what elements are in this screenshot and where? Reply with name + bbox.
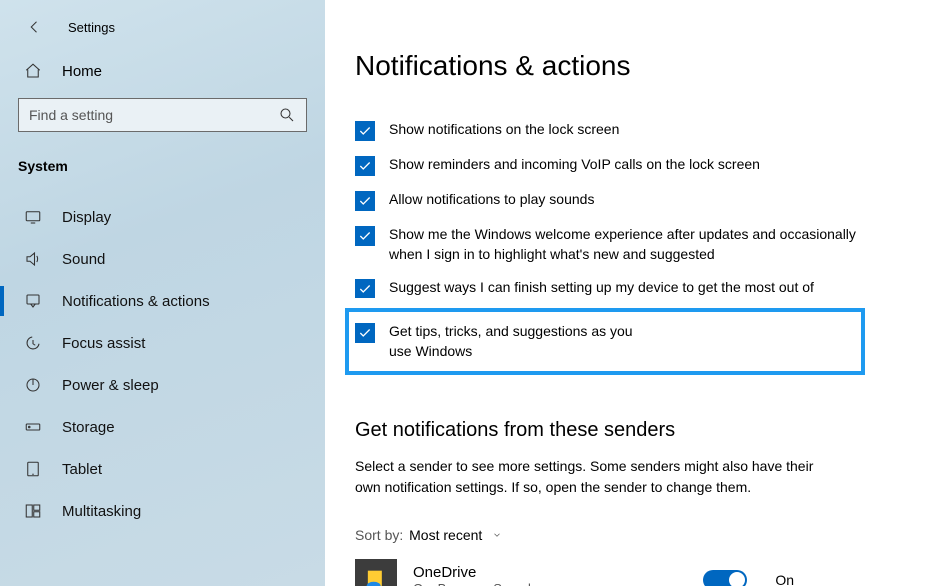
sidebar-item-label: Sound: [62, 251, 105, 268]
check-welcome-experience[interactable]: Show me the Windows welcome experience a…: [355, 223, 875, 266]
storage-icon: [24, 418, 42, 436]
sidebar-item-label: Power & sleep: [62, 377, 159, 394]
sender-info: OneDrive On: Banners, Sounds: [413, 564, 537, 586]
sidebar-item-label: Multitasking: [62, 503, 141, 520]
tablet-icon: [24, 460, 42, 478]
home-icon: [24, 62, 42, 80]
checkbox-icon: [355, 226, 375, 246]
sort-value: Most recent: [409, 527, 482, 543]
sidebar-item-label: Focus assist: [62, 335, 145, 352]
check-label: Suggest ways I can finish setting up my …: [389, 278, 869, 298]
sender-item-onedrive[interactable]: OneDrive On: Banners, Sounds On: [355, 559, 894, 586]
sidebar: Settings Home Find a setting System Disp…: [0, 0, 325, 586]
home-label: Home: [62, 63, 102, 80]
checkbox-icon: [355, 191, 375, 211]
sidebar-item-label: Display: [62, 209, 111, 226]
sender-toggle-label: On: [775, 572, 794, 586]
main-content: Notifications & actions Show notificatio…: [325, 0, 928, 586]
sidebar-item-sound[interactable]: Sound: [0, 238, 325, 280]
sidebar-item-multitasking[interactable]: Multitasking: [0, 490, 325, 532]
check-label: Show reminders and incoming VoIP calls o…: [389, 155, 760, 175]
notifications-icon: [24, 292, 42, 310]
power-icon: [24, 376, 42, 394]
notification-options: Show notifications on the lock screen Sh…: [355, 118, 894, 375]
checkbox-icon: [355, 156, 375, 176]
checkbox-icon: [355, 279, 375, 298]
check-lockscreen-voip[interactable]: Show reminders and incoming VoIP calls o…: [355, 153, 875, 178]
check-label: Show me the Windows welcome experience a…: [389, 225, 869, 264]
display-icon: [24, 208, 42, 226]
sidebar-item-display[interactable]: Display: [0, 196, 325, 238]
check-finish-setup[interactable]: Suggest ways I can finish setting up my …: [355, 276, 875, 298]
sidebar-item-notifications[interactable]: Notifications & actions: [0, 280, 325, 322]
sidebar-item-label: Tablet: [62, 461, 102, 478]
senders-description: Select a sender to see more settings. So…: [355, 456, 835, 497]
search-icon: [278, 106, 296, 124]
check-label: Get tips, tricks, and suggestions as you…: [389, 322, 641, 361]
section-label: System: [0, 142, 325, 182]
check-lockscreen-notifications[interactable]: Show notifications on the lock screen: [355, 118, 875, 143]
sound-icon: [24, 250, 42, 268]
window-title: Settings: [68, 20, 115, 35]
page-title: Notifications & actions: [355, 50, 894, 82]
sort-by-row[interactable]: Sort by: Most recent: [355, 527, 894, 543]
senders-heading: Get notifications from these senders: [355, 419, 894, 442]
sidebar-item-power-sleep[interactable]: Power & sleep: [0, 364, 325, 406]
checkbox-icon: [355, 121, 375, 141]
sender-sub: On: Banners, Sounds: [413, 581, 537, 586]
back-icon[interactable]: [26, 18, 44, 36]
sidebar-nav: Display Sound Notifications & actions Fo…: [0, 196, 325, 532]
chevron-down-icon: [492, 527, 502, 537]
check-label: Show notifications on the lock screen: [389, 120, 619, 140]
onedrive-icon: [355, 559, 397, 586]
check-label: Allow notifications to play sounds: [389, 190, 594, 210]
sidebar-item-focus-assist[interactable]: Focus assist: [0, 322, 325, 364]
sidebar-item-tablet[interactable]: Tablet: [0, 448, 325, 490]
sender-toggle[interactable]: [703, 570, 747, 586]
focus-assist-icon: [24, 334, 42, 352]
sidebar-item-label: Storage: [62, 419, 115, 436]
sidebar-item-home[interactable]: Home: [0, 50, 325, 92]
check-tips-tricks[interactable]: Get tips, tricks, and suggestions as you…: [345, 308, 865, 375]
search-input[interactable]: Find a setting: [18, 98, 307, 132]
window-topbar: Settings: [0, 14, 325, 50]
check-play-sounds[interactable]: Allow notifications to play sounds: [355, 188, 875, 213]
sidebar-item-storage[interactable]: Storage: [0, 406, 325, 448]
sort-label: Sort by:: [355, 527, 403, 543]
sidebar-item-label: Notifications & actions: [62, 293, 210, 310]
sender-name: OneDrive: [413, 564, 537, 581]
search-placeholder: Find a setting: [29, 107, 113, 123]
checkbox-icon: [355, 323, 375, 343]
multitasking-icon: [24, 502, 42, 520]
